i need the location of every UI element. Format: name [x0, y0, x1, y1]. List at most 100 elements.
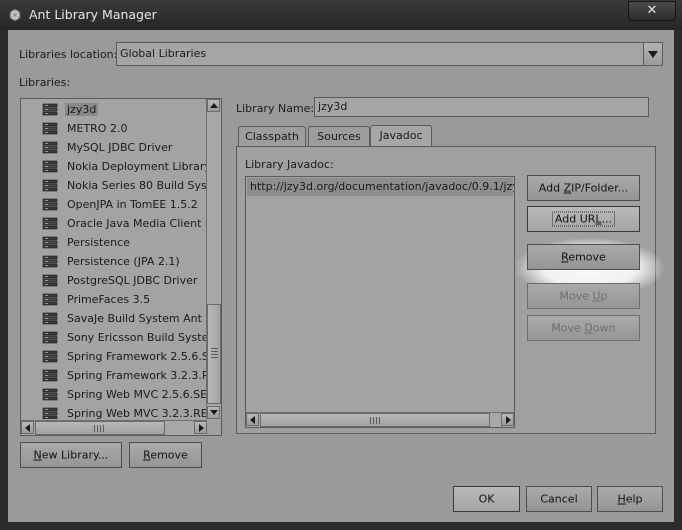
library-jar-icon: [42, 369, 58, 382]
list-item-label: Spring Framework 3.2.3.REL: [67, 369, 207, 382]
list-item[interactable]: MySQL JDBC Driver: [21, 138, 207, 157]
btn-mnemonic: N: [33, 448, 42, 462]
btn-mnemonic: H: [617, 492, 626, 506]
vertical-scroll-thumb[interactable]: [207, 304, 221, 404]
list-item[interactable]: Persistence: [21, 233, 207, 252]
ant-library-manager-window: Ant Library Manager ✕ Libraries location…: [0, 0, 682, 530]
list-item[interactable]: OpenJPA in TomEE 1.5.2: [21, 195, 207, 214]
scroll-right-icon[interactable]: [501, 413, 514, 426]
list-item[interactable]: Nokia Deployment Library: [21, 157, 207, 176]
list-item[interactable]: SavaJe Build System Ant Util: [21, 309, 207, 328]
list-item[interactable]: Spring Framework 2.5.6.SEC: [21, 347, 207, 366]
libraries-horizontal-scrollbar[interactable]: [21, 420, 207, 435]
library-jar-icon: [42, 141, 58, 154]
add-zip-folder-button[interactable]: Add ZIP/Folder...: [527, 175, 640, 201]
btn-text: elp: [625, 492, 643, 506]
list-item-label: Persistence (JPA 2.1): [67, 255, 180, 268]
library-name-field[interactable]: jzy3d: [314, 97, 649, 117]
move-up-label: Move Up: [528, 290, 639, 303]
list-item[interactable]: Spring Web MVC 3.2.3.RELE: [21, 404, 207, 419]
library-jar-icon: [42, 293, 58, 306]
library-jar-icon: [42, 179, 58, 192]
horizontal-scroll-thumb[interactable]: [260, 413, 490, 427]
list-item[interactable]: jzy3d: [21, 100, 207, 119]
tab-javadoc[interactable]: Javadoc: [370, 125, 432, 147]
list-item-label: Oracle Java Media Client Build: [67, 217, 207, 230]
scroll-up-icon[interactable]: [207, 99, 220, 112]
library-name-value: jzy3d: [318, 100, 348, 113]
chevron-down-icon[interactable]: [643, 43, 662, 65]
list-item-label: PrimeFaces 3.5: [67, 293, 151, 306]
library-jar-icon: [42, 217, 58, 230]
list-item[interactable]: Nokia Series 80 Build System: [21, 176, 207, 195]
tab-classpath[interactable]: Classpath: [238, 126, 306, 146]
library-name-label: Library Name:: [236, 102, 315, 115]
list-item-label: METRO 2.0: [67, 122, 128, 135]
list-item-label: Spring Framework 2.5.6.SEC: [67, 350, 207, 363]
btn-text: ...: [601, 212, 613, 226]
javadoc-horizontal-scrollbar[interactable]: [246, 412, 514, 427]
add-url-label: Add URL...: [551, 211, 616, 227]
list-item[interactable]: Oracle Java Media Client Build: [21, 214, 207, 233]
library-jar-icon: [42, 103, 58, 116]
list-item[interactable]: Spring Web MVC 2.5.6.SEC0: [21, 385, 207, 404]
window-title: Ant Library Manager: [29, 7, 157, 22]
library-jar-icon: [42, 274, 58, 287]
library-jar-icon: [42, 388, 58, 401]
library-jar-icon: [42, 198, 58, 211]
tab-classpath-label: Classpath: [245, 130, 299, 143]
list-item[interactable]: Spring Framework 3.2.3.REL: [21, 366, 207, 385]
btn-mnemonic: D: [584, 321, 593, 335]
remove-library-button[interactable]: Remove: [129, 442, 202, 468]
title-bar[interactable]: Ant Library Manager ✕: [0, 0, 682, 30]
remove-javadoc-button[interactable]: Remove: [527, 244, 640, 270]
list-item[interactable]: Sony Ericsson Build System: [21, 328, 207, 347]
list-item-label: Spring Web MVC 3.2.3.RELE: [67, 407, 207, 419]
javadoc-entry-text: http://jzy3d.org/documentation/javadoc/0…: [250, 180, 515, 193]
library-jar-icon: [42, 407, 58, 419]
cancel-label: Cancel: [540, 492, 578, 506]
libraries-vertical-scrollbar[interactable]: [206, 99, 221, 419]
btn-mnemonic: Z: [563, 181, 572, 195]
app-icon: [9, 8, 21, 22]
btn-text: Add UR: [554, 212, 596, 226]
library-jar-icon: [42, 160, 58, 173]
scroll-down-icon[interactable]: [207, 406, 220, 419]
close-icon: ✕: [646, 3, 658, 18]
list-item-label: Sony Ericsson Build System: [67, 331, 207, 344]
list-item-label: Nokia Series 80 Build System: [67, 179, 207, 192]
list-item-label: OpenJPA in TomEE 1.5.2: [67, 198, 198, 211]
javadoc-list[interactable]: http://jzy3d.org/documentation/javadoc/0…: [245, 176, 515, 428]
scroll-left-icon[interactable]: [246, 413, 259, 426]
ok-button[interactable]: OK: [453, 486, 520, 512]
cancel-button[interactable]: Cancel: [526, 486, 592, 512]
scroll-left-icon[interactable]: [21, 421, 34, 434]
tab-sources[interactable]: Sources: [308, 126, 370, 146]
btn-text: p: [600, 289, 608, 303]
libraries-list-items: jzy3d METRO 2.0 MySQL JDBC Driver Nokia Dep…: [21, 99, 207, 419]
libraries-list[interactable]: jzy3d METRO 2.0 MySQL JDBC Driver Nokia Dep…: [20, 98, 222, 436]
add-url-button[interactable]: Add URL...: [527, 206, 640, 232]
horizontal-scroll-thumb[interactable]: [35, 421, 165, 435]
help-button[interactable]: Help: [597, 486, 663, 512]
btn-text: Add: [538, 181, 564, 195]
library-jar-icon: [42, 331, 58, 344]
scroll-right-icon[interactable]: [194, 421, 207, 434]
list-item[interactable]: PrimeFaces 3.5: [21, 290, 207, 309]
grip-icon: [211, 348, 218, 359]
javadoc-entry[interactable]: http://jzy3d.org/documentation/javadoc/0…: [247, 178, 515, 196]
list-item[interactable]: Persistence (JPA 2.1): [21, 252, 207, 271]
move-up-button[interactable]: Move Up: [527, 283, 640, 309]
libraries-location-select[interactable]: Global Libraries: [116, 42, 663, 66]
new-library-button[interactable]: New Library...: [20, 442, 122, 468]
libraries-location-value: Global Libraries: [120, 47, 207, 60]
list-item[interactable]: METRO 2.0: [21, 119, 207, 138]
list-item[interactable]: PostgreSQL JDBC Driver: [21, 271, 207, 290]
library-jar-icon: [42, 255, 58, 268]
scroll-corner: [207, 421, 221, 435]
btn-text: IP/Folder...: [571, 181, 629, 195]
new-library-label: New Library...: [21, 449, 121, 462]
close-button[interactable]: ✕: [628, 1, 676, 21]
move-down-button[interactable]: Move Down: [527, 315, 640, 341]
remove-library-label: Remove: [130, 449, 201, 462]
